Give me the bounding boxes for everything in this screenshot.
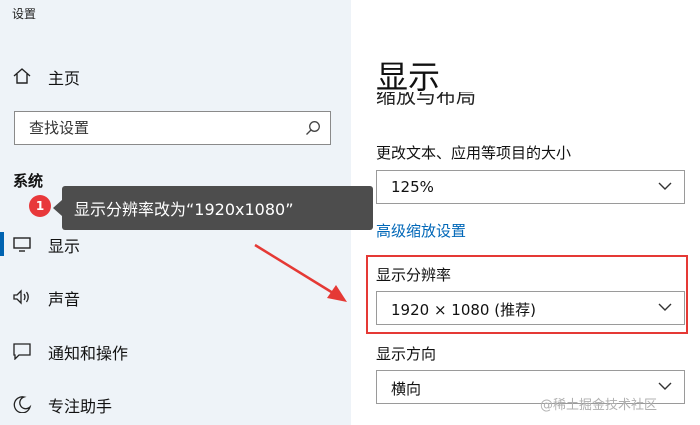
orientation-label: 显示方向 <box>376 345 437 363</box>
watermark: @稀土掘金技术社区 <box>540 398 658 413</box>
sidebar-item-notifications[interactable]: 通知和操作 <box>0 333 351 369</box>
scale-dropdown[interactable]: 125% <box>376 170 685 204</box>
sidebar-item-label: 专注助手 <box>48 397 113 416</box>
home-icon <box>13 68 31 84</box>
chevron-down-icon <box>658 182 672 190</box>
sidebar-item-home[interactable]: 主页 <box>0 58 351 94</box>
window-title: 设置 <box>12 7 37 21</box>
search-icon[interactable] <box>305 120 321 136</box>
tooltip-arrow <box>53 200 62 216</box>
sidebar-item-label: 主页 <box>48 69 81 88</box>
sidebar-item-label: 声音 <box>48 290 81 309</box>
annotation-tooltip: 显示分辨率改为“1920x1080” <box>53 186 373 230</box>
annotation-text: 显示分辨率改为“1920x1080” <box>74 200 294 219</box>
highlight-box <box>366 255 688 334</box>
chevron-down-icon <box>658 382 672 390</box>
advanced-scaling-link[interactable]: 高级缩放设置 <box>376 220 466 241</box>
sidebar-item-label: 通知和操作 <box>48 344 129 363</box>
sidebar-item-focus-assist[interactable]: 专注助手 <box>0 386 351 422</box>
section-heading: 缩放与布局 <box>376 92 476 107</box>
section-title: 系统 <box>13 172 44 190</box>
search-box[interactable] <box>14 111 331 145</box>
scale-label: 更改文本、应用等项目的大小 <box>376 144 572 162</box>
sidebar-item-label: 显示 <box>48 237 81 256</box>
orientation-value: 横向 <box>391 380 422 398</box>
step-badge: 1 <box>29 195 51 217</box>
moon-icon <box>13 396 32 413</box>
notification-icon <box>13 343 31 360</box>
speaker-icon <box>13 289 29 305</box>
monitor-icon <box>13 237 31 252</box>
scale-value: 125% <box>391 178 434 196</box>
sidebar-item-display[interactable]: 显示 <box>0 226 351 262</box>
sidebar-item-sound[interactable]: 声音 <box>0 279 351 315</box>
search-input[interactable] <box>15 112 309 144</box>
